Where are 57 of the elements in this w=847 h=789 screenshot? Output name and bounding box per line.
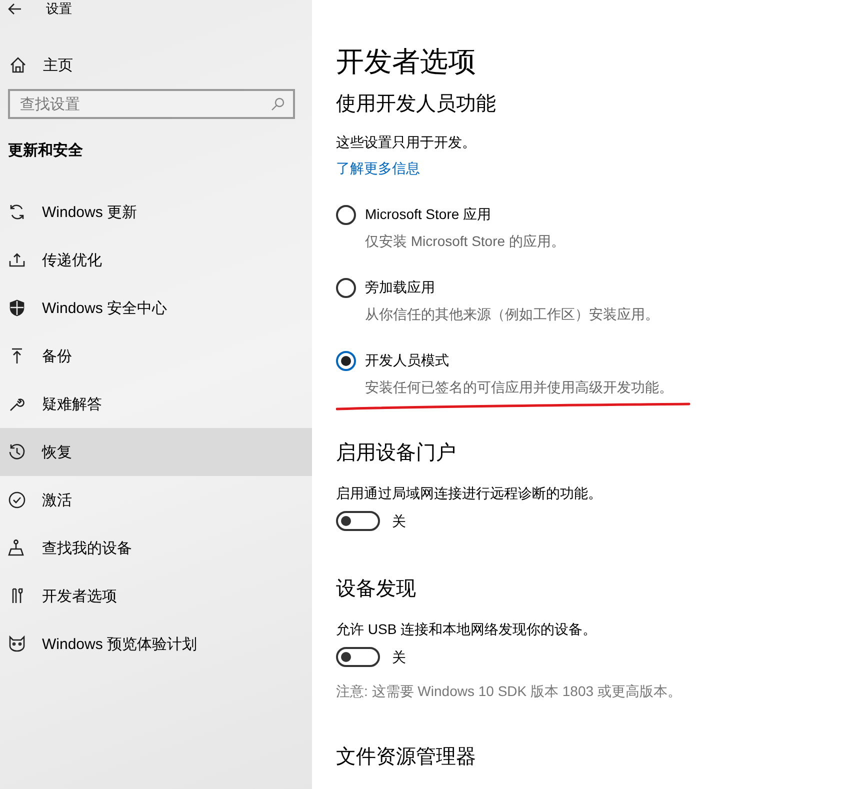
nav-label: 备份 (42, 346, 72, 366)
nav-item[interactable]: 传递优化 (0, 236, 312, 284)
radio-button[interactable] (336, 351, 356, 371)
nav-item[interactable]: 查找我的设备 (0, 524, 312, 572)
section-description: 允许 USB 连接和本地网络发现你的设备。 (336, 620, 598, 639)
nav-item[interactable]: Windows 预览体验计划 (0, 620, 312, 668)
section-heading: 启用设备门户 (336, 441, 457, 466)
cat-icon (8, 635, 26, 653)
radio-option[interactable]: 旁加载应用 (336, 277, 847, 299)
toggle-state: 关 (392, 648, 406, 667)
option-description: 仅安装 Microsoft Store 的应用。 (365, 232, 566, 251)
home-icon[interactable] (9, 56, 27, 74)
nav-label: Windows 预览体验计划 (42, 634, 198, 654)
search-field[interactable]: 查找设置 (8, 89, 295, 119)
toggle-switch[interactable] (336, 647, 380, 667)
upload-icon (8, 251, 26, 269)
radio-option[interactable]: Microsoft Store 应用 (336, 204, 847, 226)
nav-label: 疑难解答 (42, 394, 102, 414)
toggle-switch[interactable] (336, 511, 380, 531)
option-description: 从你信任的其他来源（例如工作区）安装应用。 (365, 305, 660, 324)
section-heading: 使用开发人员功能 (336, 92, 497, 117)
toggle-state: 关 (392, 512, 406, 531)
nav-label: Windows 安全中心 (42, 298, 168, 318)
nav-label: 查找我的设备 (42, 538, 132, 558)
nav-label: Windows 更新 (42, 202, 138, 222)
nav-label: 激活 (42, 490, 72, 510)
nav-item[interactable]: 激活 (0, 476, 312, 524)
section-heading: 更新和安全 (7, 141, 84, 160)
nav-label: 开发者选项 (42, 586, 117, 606)
nav-item[interactable]: Windows 安全中心 (0, 284, 312, 332)
intro-text: 这些设置只用于开发。 (336, 133, 477, 152)
option-description: 安装任何已签名的可信应用并使用高级开发功能。 (365, 378, 674, 397)
sync-icon (8, 203, 26, 221)
nav-label: 恢复 (42, 442, 72, 462)
radio-button[interactable] (336, 278, 356, 298)
section-heading: 文件资源管理器 (336, 745, 477, 770)
history-icon (8, 443, 26, 461)
section-description: 启用通过局域网连接进行远程诊断的功能。 (336, 484, 603, 503)
radio-option[interactable]: 开发人员模式 (336, 350, 847, 372)
home-link[interactable]: 主页 (43, 56, 73, 74)
nav-item[interactable]: 疑难解答 (0, 380, 312, 428)
section-heading: 设备发现 (336, 577, 417, 602)
back-arrow-icon[interactable] (8, 3, 22, 15)
nav-item[interactable]: 备份 (0, 332, 312, 380)
shield-icon (8, 299, 26, 317)
person-pin-icon (8, 539, 26, 557)
nav-item[interactable]: 开发者选项 (0, 572, 312, 620)
learn-more-link[interactable]: 了解更多信息 (336, 158, 420, 178)
nav-label: 传递优化 (42, 250, 102, 270)
note-text: 注意: 这需要 Windows 10 SDK 版本 1803 或更高版本。 (336, 682, 682, 701)
radio-button[interactable] (336, 205, 356, 225)
search-icon (271, 97, 285, 111)
check-circle-icon (8, 491, 26, 509)
nav-item[interactable]: 恢复 (0, 428, 312, 476)
page-title: 开发者选项 (336, 45, 477, 79)
window-title: 设置 (46, 2, 72, 16)
nav-item[interactable]: Windows 更新 (0, 188, 312, 236)
